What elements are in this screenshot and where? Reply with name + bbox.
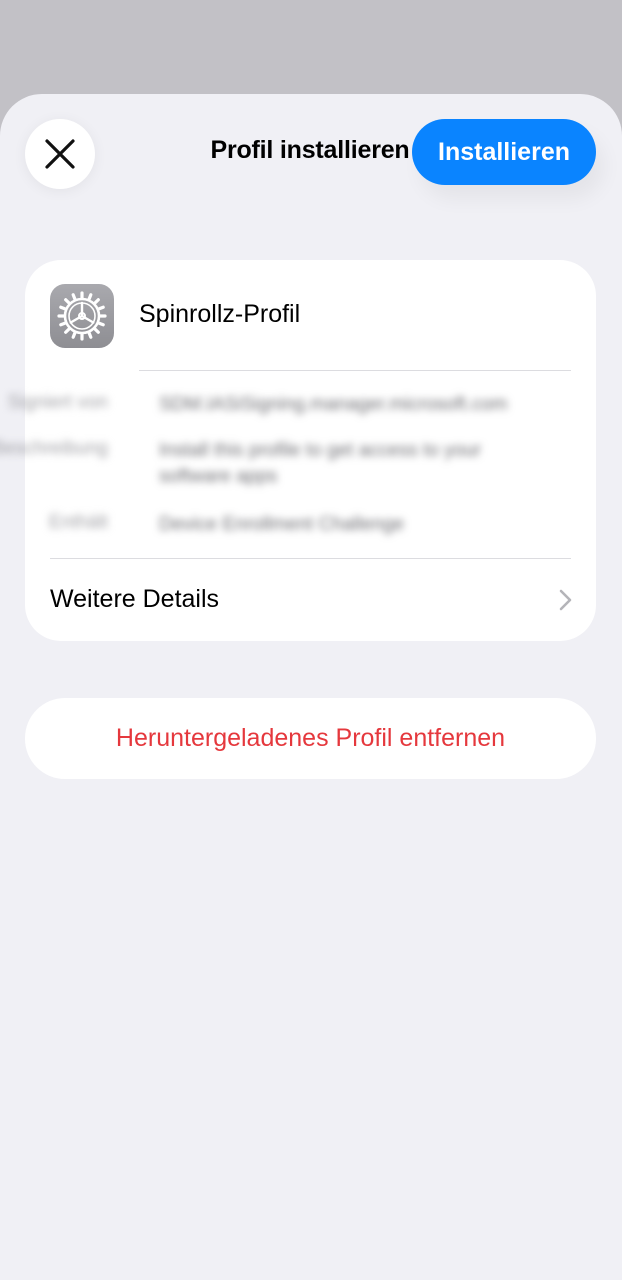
divider — [139, 370, 571, 371]
close-button[interactable] — [25, 119, 95, 189]
info-row-key: Enthält — [48, 512, 108, 533]
install-profile-sheet: Profil installieren Installieren Spinrol… — [0, 94, 622, 1280]
more-details-label: Weitere Details — [50, 585, 220, 613]
settings-gear-icon — [50, 284, 114, 348]
profile-name: Spinrollz-Profil — [139, 300, 301, 328]
more-details-row[interactable]: Weitere Details — [25, 560, 596, 640]
divider — [50, 558, 571, 559]
profile-card: Spinrollz-Profil Signiert von SDM.IASiSi… — [0, 260, 596, 641]
close-icon — [45, 139, 75, 169]
info-row-value: Device Enrollment Challenge — [159, 514, 405, 535]
install-button[interactable]: Installieren — [412, 119, 596, 185]
remove-downloaded-profile-button[interactable]: Heruntergeladenes Profil entfernen — [25, 698, 596, 779]
chevron-right-icon — [559, 589, 572, 611]
info-row-key: Beschreibung — [0, 438, 108, 459]
info-row-value: Install this profile to get access to yo… — [159, 440, 482, 487]
info-row-key: Signiert von — [7, 392, 108, 413]
info-row-value: SDM.IASiSigning.manager.microsoft.com — [159, 394, 508, 415]
